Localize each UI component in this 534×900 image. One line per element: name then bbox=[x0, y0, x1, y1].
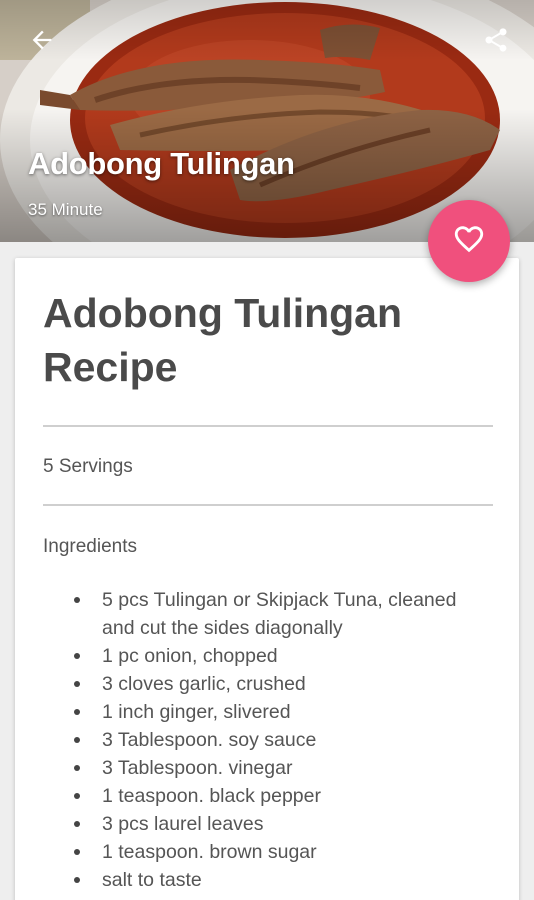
share-button[interactable] bbox=[476, 22, 516, 62]
ingredient-item: 3 Tablespoon. soy sauce bbox=[74, 726, 494, 754]
ingredient-item: 3 pcs laurel leaves bbox=[74, 810, 494, 838]
ingredient-item: salt to taste bbox=[74, 866, 494, 894]
ingredients-list: 5 pcs Tulingan or Skipjack Tuna, cleaned… bbox=[74, 586, 494, 894]
recipe-card: Adobong Tulingan Recipe 5 Servings Ingre… bbox=[15, 258, 519, 900]
divider-bottom bbox=[43, 504, 493, 506]
ingredients-heading: Ingredients bbox=[43, 536, 138, 557]
ingredient-item: 5 pcs Tulingan or Skipjack Tuna, cleaned… bbox=[74, 586, 494, 642]
ingredient-item: 1 inch ginger, slivered bbox=[74, 698, 494, 726]
servings-text: 5 Servings bbox=[43, 456, 133, 477]
ingredient-item: 1 teaspoon. brown sugar bbox=[74, 838, 494, 866]
ingredient-item: 3 cloves garlic, crushed bbox=[74, 670, 494, 698]
arrow-left-icon bbox=[28, 26, 56, 59]
ingredient-item: 3 Tablespoon. vinegar bbox=[74, 754, 494, 782]
cook-time: 35 Minute bbox=[28, 200, 103, 219]
ingredient-item: 1 teaspoon. black pepper bbox=[74, 782, 494, 810]
heart-outline-icon bbox=[452, 222, 486, 261]
hero-title: Adobong Tulingan bbox=[28, 146, 295, 181]
share-icon bbox=[482, 26, 510, 59]
favorite-button[interactable] bbox=[428, 200, 510, 282]
recipe-title: Adobong Tulingan Recipe bbox=[43, 290, 403, 390]
divider-top bbox=[43, 425, 493, 427]
back-button[interactable] bbox=[22, 22, 62, 62]
ingredient-item: 1 pc onion, chopped bbox=[74, 642, 494, 670]
